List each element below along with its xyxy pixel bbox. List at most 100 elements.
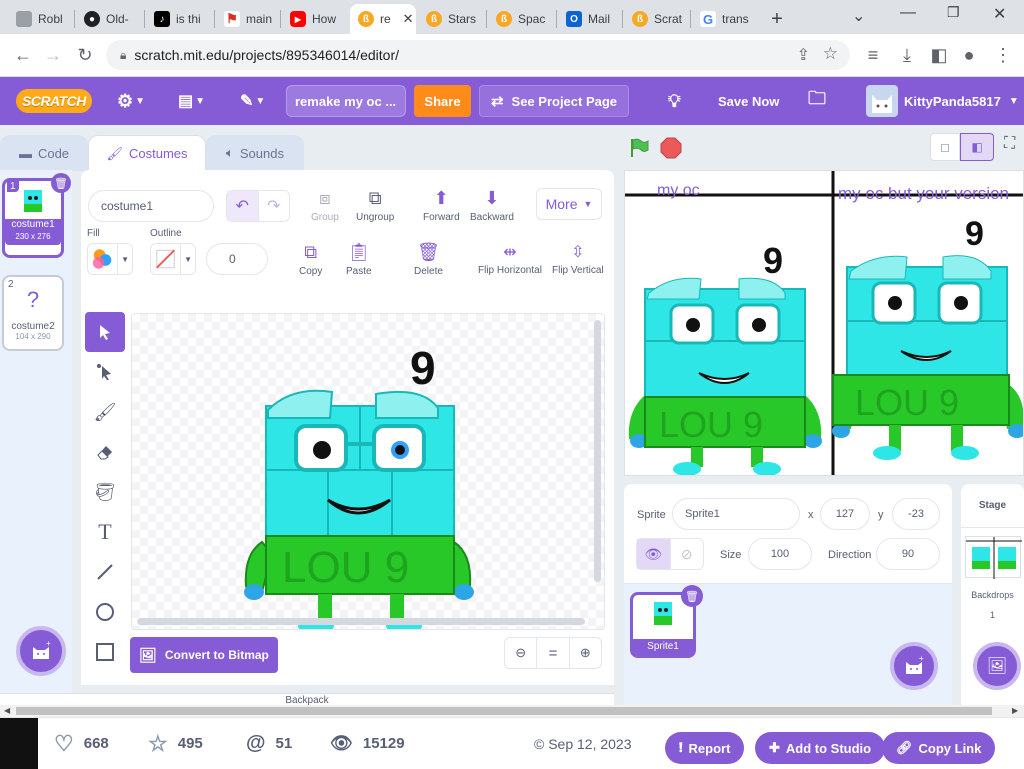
delete-button[interactable]: 🗑︎ Delete <box>414 242 443 277</box>
choose-backdrop-button[interactable]: 🖼︎ <box>973 642 1021 690</box>
canvas-horizontal-scrollbar[interactable] <box>137 618 585 625</box>
tab-code[interactable]: ▬ Code <box>0 135 88 171</box>
copy-link-button[interactable]: 🔗︎ Copy Link <box>882 732 996 764</box>
browser-tab[interactable]: Robl <box>8 4 70 34</box>
green-flag-icon[interactable] <box>628 137 650 159</box>
tab-sounds[interactable]: 🔈︎ Sounds <box>206 135 304 171</box>
browser-tab[interactable]: ● Old- <box>76 4 142 34</box>
sprite-name-field[interactable]: Sprite1 <box>672 498 800 530</box>
page-horizontal-scrollbar[interactable]: ◀ ▶ <box>0 705 1024 717</box>
flip-vertical-button[interactable]: ⇳ Flip Vertical <box>552 242 604 276</box>
backpack-header[interactable]: Backpack <box>0 693 614 705</box>
backward-button[interactable]: ⬇︎ Backward <box>470 188 514 223</box>
favorite-stat[interactable]: ☆ 495 <box>148 718 203 769</box>
more-button[interactable]: More ▼ <box>536 188 602 220</box>
select-tool-icon[interactable] <box>85 312 125 352</box>
scratch-logo[interactable]: SCRATCH <box>16 77 92 125</box>
browser-tab[interactable]: O Mail <box>558 4 620 34</box>
brush-tool-icon[interactable]: 🖌︎ <box>85 392 125 432</box>
stop-icon[interactable] <box>660 137 682 159</box>
delete-costume-icon[interactable]: 🗑︎ <box>51 173 71 193</box>
restore-icon[interactable]: ❐ <box>947 4 960 21</box>
browser-tab[interactable]: ß Scrat <box>624 4 688 34</box>
browser-tab[interactable]: ♪ is thi <box>146 4 212 34</box>
group-button[interactable]: ⧈ Group <box>311 188 339 223</box>
direction-field[interactable]: 90 <box>876 538 940 570</box>
file-menu-icon[interactable]: ▤ ▼ <box>178 77 205 125</box>
line-tool-icon[interactable] <box>85 552 125 592</box>
ungroup-button[interactable]: ⧉ Ungroup <box>356 188 394 223</box>
back-icon[interactable]: ← <box>12 44 34 66</box>
small-stage-icon[interactable]: ◻ <box>930 133 960 161</box>
hide-eye-icon[interactable]: ⊘ <box>671 539 704 569</box>
large-stage-icon[interactable]: ◧ <box>960 133 994 161</box>
paste-button[interactable]: 📋︎ Paste <box>346 242 372 277</box>
save-now-button[interactable]: Save Now <box>718 77 779 125</box>
reload-icon[interactable]: ↻ <box>74 44 96 66</box>
browser-tab[interactable]: ⚑ main <box>216 4 278 34</box>
scrollbar-thumb[interactable] <box>16 707 992 715</box>
side-panel-icon[interactable]: ◧ <box>928 44 950 66</box>
redo-icon[interactable]: ↷ <box>259 191 290 221</box>
stage-canvas[interactable]: my oc my oc but your version 9 LOU 9 9 L… <box>624 170 1024 476</box>
outline-color-picker[interactable]: ▼ <box>150 243 196 275</box>
stage-selector-pane[interactable]: Stage Backdrops 1 🖼︎ <box>961 484 1024 705</box>
tips-lightbulb-icon[interactable]: 💡︎ <box>668 77 681 125</box>
show-eye-icon[interactable]: 👁︎ <box>637 539 671 569</box>
tab-search-icon[interactable]: ⌄ <box>852 6 865 26</box>
fill-color-picker[interactable]: ▼ <box>87 243 133 275</box>
kebab-menu-icon[interactable]: ⋮ <box>992 44 1014 66</box>
browser-tab[interactable]: ß Stars <box>418 4 484 34</box>
zoom-reset-button[interactable]: = <box>536 638 570 668</box>
bookmark-star-icon[interactable]: ☆ <box>823 44 838 64</box>
browser-tab-active[interactable]: ß re ✕ <box>350 4 416 34</box>
my-stuff-folder-icon[interactable]: 🗀 <box>808 77 826 125</box>
share-button[interactable]: Share <box>414 85 471 117</box>
scroll-right-icon[interactable]: ▶ <box>1012 706 1018 715</box>
download-icon[interactable]: ⤓ <box>896 44 918 66</box>
size-field[interactable]: 100 <box>748 538 812 570</box>
copy-button[interactable]: ⧉ Copy <box>299 242 322 277</box>
outline-width-field[interactable]: 0 <box>206 243 268 275</box>
close-window-icon[interactable]: ✕ <box>993 4 1006 24</box>
share-page-icon[interactable]: ⇪ <box>797 45 810 65</box>
zoom-out-icon[interactable]: ⊖ <box>505 638 536 668</box>
costume-thumb-1[interactable]: 1 🗑︎ costume1 230 x 276 <box>2 173 71 258</box>
scroll-left-icon[interactable]: ◀ <box>4 706 10 715</box>
fill-bucket-tool-icon[interactable]: 🪣︎ <box>85 472 125 512</box>
tab-costumes[interactable]: 🖌︎ Costumes <box>88 135 206 171</box>
fullscreen-icon[interactable]: ⛶ <box>1004 135 1015 153</box>
project-title-input[interactable]: remake my oc ... <box>286 85 406 117</box>
browser-tab[interactable]: ▶ How <box>282 4 346 34</box>
browser-tab[interactable]: ß Spac <box>488 4 554 34</box>
costume-thumb-2[interactable]: 2 ? costume2 104 x 290 <box>2 275 64 351</box>
paint-canvas[interactable]: 9 LOU 9 <box>131 313 605 630</box>
choose-costume-button[interactable]: + <box>16 626 66 676</box>
costume-name-field[interactable]: costume1 <box>88 190 214 222</box>
circle-tool-icon[interactable] <box>85 592 125 632</box>
x-position-field[interactable]: 127 <box>820 498 870 530</box>
username-menu[interactable]: KittyPanda5817 ▼ <box>904 77 1019 125</box>
rectangle-tool-icon[interactable] <box>85 632 125 672</box>
forward-icon[interactable]: → <box>42 44 64 66</box>
settings-gear-icon[interactable]: ⚙ ▼ <box>117 77 145 125</box>
see-project-page-button[interactable]: ⇄ See Project Page <box>479 85 629 117</box>
edit-menu-icon[interactable]: ✎ ▼ <box>240 77 265 125</box>
close-tab-icon[interactable]: ✕ <box>403 11 414 27</box>
minimize-icon[interactable]: — <box>900 4 916 22</box>
flip-horizontal-button[interactable]: ⇹ Flip Horizontal <box>478 242 542 276</box>
y-position-field[interactable]: -23 <box>892 498 940 530</box>
zoom-in-icon[interactable]: ⊕ <box>570 638 601 668</box>
avatar[interactable] <box>866 85 898 117</box>
report-button[interactable]: ❗︎ Report <box>665 732 745 764</box>
text-tool-icon[interactable]: T <box>85 512 125 552</box>
sprite-thumb[interactable]: 🗑︎ Sprite1 <box>630 585 703 658</box>
add-to-studio-button[interactable]: ✚ Add to Studio <box>755 732 886 764</box>
delete-sprite-icon[interactable]: 🗑︎ <box>681 585 703 607</box>
forward-button[interactable]: ⬆︎ Forward <box>423 188 460 223</box>
choose-sprite-button[interactable]: + <box>890 642 938 690</box>
eraser-tool-icon[interactable] <box>85 432 125 472</box>
undo-icon[interactable]: ↶ <box>227 191 259 221</box>
profile-icon[interactable]: ● <box>958 44 980 66</box>
convert-to-bitmap-button[interactable]: 🖼︎ Convert to Bitmap <box>130 637 278 673</box>
